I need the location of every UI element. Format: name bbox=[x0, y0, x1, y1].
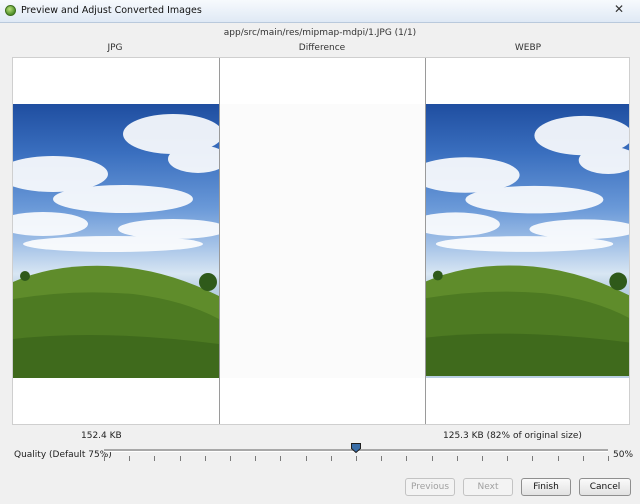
slider-tick bbox=[255, 456, 256, 461]
cancel-button[interactable]: Cancel bbox=[579, 478, 631, 496]
jpg-preview-image bbox=[13, 104, 219, 378]
difference-panel bbox=[220, 58, 426, 424]
difference-preview-image bbox=[220, 104, 426, 378]
slider-tick bbox=[432, 456, 433, 461]
slider-tick bbox=[608, 456, 609, 461]
slider-tick bbox=[457, 456, 458, 461]
slider-tick bbox=[381, 456, 382, 461]
slider-tick bbox=[180, 456, 181, 461]
jpg-column-header: JPG bbox=[107, 43, 123, 53]
slider-tick bbox=[406, 456, 407, 461]
slider-tick bbox=[482, 456, 483, 461]
slider-tick bbox=[280, 456, 281, 461]
file-path: app/src/main/res/mipmap-mdpi/1.JPG (1/1) bbox=[223, 28, 417, 38]
slider-tick bbox=[230, 456, 231, 461]
difference-column-header: Difference bbox=[298, 43, 346, 53]
webp-preview-image bbox=[426, 104, 629, 378]
slider-tick bbox=[104, 456, 105, 461]
slider-tick bbox=[205, 456, 206, 461]
slider-tick bbox=[356, 456, 357, 461]
quality-label: Quality (Default 75%) bbox=[14, 450, 112, 460]
window-title: Preview and Adjust Converted Images bbox=[21, 5, 202, 16]
next-button[interactable]: Next bbox=[463, 478, 513, 496]
app-icon bbox=[5, 5, 16, 16]
webp-column-header: WEBP bbox=[514, 43, 542, 53]
slider-tick bbox=[154, 456, 155, 461]
jpg-panel bbox=[13, 58, 219, 424]
webp-file-size: 125.3 KB (82% of original size) bbox=[443, 431, 582, 441]
quality-slider-thumb[interactable] bbox=[351, 443, 361, 453]
slider-tick bbox=[331, 456, 332, 461]
jpg-file-size: 152.4 KB bbox=[81, 431, 122, 441]
title-bar: Preview and Adjust Converted Images ✕ bbox=[0, 0, 640, 23]
slider-tick bbox=[129, 456, 130, 461]
image-comparison-viewer bbox=[12, 57, 630, 425]
slider-tick bbox=[558, 456, 559, 461]
previous-button[interactable]: Previous bbox=[405, 478, 455, 496]
close-icon[interactable]: ✕ bbox=[604, 1, 634, 17]
slider-tick bbox=[306, 456, 307, 461]
quality-value: 50% bbox=[613, 450, 634, 460]
slider-tick bbox=[507, 456, 508, 461]
webp-panel bbox=[426, 58, 629, 424]
slider-tick bbox=[583, 456, 584, 461]
slider-tick bbox=[532, 456, 533, 461]
finish-button[interactable]: Finish bbox=[521, 478, 571, 496]
